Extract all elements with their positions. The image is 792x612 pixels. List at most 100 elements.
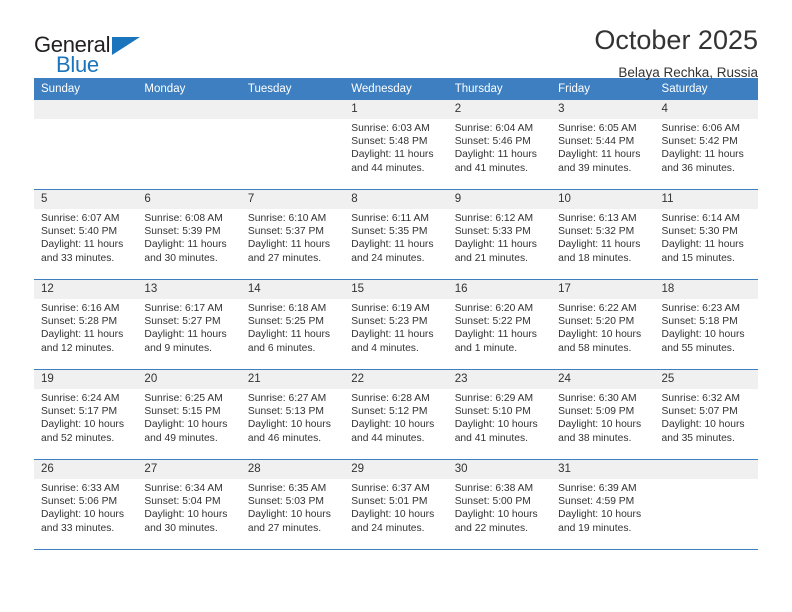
day-number-bar: 17 xyxy=(551,280,655,299)
calendar-day-cell[interactable]: 13 Sunrise: 6:17 AM Sunset: 5:27 PM Dayligh… xyxy=(137,280,241,370)
sunset-text: Sunset: 5:39 PM xyxy=(144,226,221,238)
sunset-text: Sunset: 4:59 PM xyxy=(558,496,635,508)
day-number-bar: 30 xyxy=(447,460,552,479)
weekday-header-monday: Monday xyxy=(137,78,241,100)
day-number: 20 xyxy=(144,373,158,385)
day-cell-inner: 31 Sunrise: 6:39 AM Sunset: 4:59 PM Dayligh… xyxy=(551,460,655,550)
day-cell-inner: 22 Sunrise: 6:28 AM Sunset: 5:12 PM Dayligh… xyxy=(344,370,448,460)
day-cell-inner: 7 Sunrise: 6:10 AM Sunset: 5:37 PM Daylight… xyxy=(240,190,345,280)
sunset-text: Sunset: 5:44 PM xyxy=(558,136,635,148)
calendar-day-cell[interactable]: 8 Sunrise: 6:11 AM Sunset: 5:35 PM Daylight… xyxy=(344,190,448,280)
day-cell-inner: 9 Sunrise: 6:12 AM Sunset: 5:33 PM Daylight… xyxy=(447,190,552,280)
sunrise-sunset-calendar: Sunday Monday Tuesday Wednesday Thursday Frid… xyxy=(34,78,758,550)
calendar-day-cell[interactable]: 21 Sunrise: 6:27 AM Sunset: 5:13 PM Dayligh… xyxy=(240,370,345,460)
daylight-text-cont: and 38 minutes. xyxy=(558,432,632,444)
daylight-text-cont: and 9 minutes. xyxy=(144,342,212,354)
day-number: 21 xyxy=(247,373,261,385)
day-number: 11 xyxy=(661,193,674,205)
day-number-bar: 13 xyxy=(137,280,241,299)
calendar-day-cell[interactable]: 15 Sunrise: 6:19 AM Sunset: 5:23 PM Dayligh… xyxy=(344,280,448,370)
calendar-day-cell[interactable]: 23 Sunrise: 6:29 AM Sunset: 5:10 PM Dayligh… xyxy=(447,370,552,460)
sunrise-text: Sunrise: 6:06 AM xyxy=(661,123,740,134)
sunrise-text: Sunrise: 6:10 AM xyxy=(247,213,327,224)
sunset-text: Sunset: 5:13 PM xyxy=(247,406,324,418)
day-cell-inner: 2 Sunrise: 6:04 AM Sunset: 5:46 PM Daylight… xyxy=(447,100,552,190)
sunrise-text: Sunrise: 6:18 AM xyxy=(247,303,327,314)
calendar-day-cell[interactable]: 24 Sunrise: 6:30 AM Sunset: 5:09 PM Dayligh… xyxy=(551,370,655,460)
calendar-day-cell[interactable]: 7 Sunrise: 6:10 AM Sunset: 5:37 PM Daylight… xyxy=(240,190,345,280)
day-number: 17 xyxy=(558,283,571,295)
day-cell-inner: 18 Sunrise: 6:23 AM Sunset: 5:18 PM Dayligh… xyxy=(654,280,758,370)
calendar-day-cell[interactable]: 26 Sunrise: 6:33 AM Sunset: 5:06 PM Dayligh… xyxy=(34,460,138,550)
calendar-day-cell[interactable]: 2 Sunrise: 6:04 AM Sunset: 5:46 PM Daylight… xyxy=(447,100,552,190)
daylight-text: Daylight: 11 hours xyxy=(454,239,537,251)
day-cell-inner: 13 Sunrise: 6:17 AM Sunset: 5:27 PM Dayligh… xyxy=(137,280,241,370)
calendar-day-cell[interactable]: 1 Sunrise: 6:03 AM Sunset: 5:48 PM Daylight… xyxy=(344,100,448,190)
calendar-day-cell[interactable]: 16 Sunrise: 6:20 AM Sunset: 5:22 PM Dayligh… xyxy=(447,280,552,370)
calendar-day-cell[interactable]: 3 Sunrise: 6:05 AM Sunset: 5:44 PM Daylight… xyxy=(551,100,655,190)
daylight-text-cont: and 41 minutes. xyxy=(454,432,528,444)
calendar-day-cell[interactable]: 11 Sunrise: 6:14 AM Sunset: 5:30 PM Dayligh… xyxy=(654,190,758,280)
day-detail: Sunrise: 6:27 AM Sunset: 5:13 PM Daylight:… xyxy=(248,389,338,445)
logo-triangle-icon xyxy=(112,37,140,55)
calendar-day-cell[interactable]: 22 Sunrise: 6:28 AM Sunset: 5:12 PM Dayligh… xyxy=(344,370,448,460)
calendar-day-cell[interactable]: 25 Sunrise: 6:32 AM Sunset: 5:07 PM Dayligh… xyxy=(654,370,758,460)
sunset-text: Sunset: 5:48 PM xyxy=(351,136,428,148)
day-cell-inner: 17 Sunrise: 6:22 AM Sunset: 5:20 PM Dayligh… xyxy=(551,280,655,370)
sunrise-text: Sunrise: 6:03 AM xyxy=(351,123,430,134)
sunrise-text: Sunrise: 6:05 AM xyxy=(558,123,637,134)
calendar-day-cell[interactable]: 18 Sunrise: 6:23 AM Sunset: 5:18 PM Dayligh… xyxy=(654,280,758,370)
calendar-day-cell[interactable]: 14 Sunrise: 6:18 AM Sunset: 5:25 PM Dayligh… xyxy=(240,280,345,370)
sunrise-text: Sunrise: 6:20 AM xyxy=(454,303,534,314)
day-detail: Sunrise: 6:39 AM Sunset: 4:59 PM Daylight:… xyxy=(558,479,648,535)
sunset-text: Sunset: 5:12 PM xyxy=(351,406,428,418)
daylight-text: Daylight: 11 hours xyxy=(454,329,537,341)
calendar-day-cell[interactable]: 9 Sunrise: 6:12 AM Sunset: 5:33 PM Daylight… xyxy=(447,190,552,280)
calendar-day-cell[interactable]: 17 Sunrise: 6:22 AM Sunset: 5:20 PM Dayligh… xyxy=(551,280,655,370)
day-detail: Sunrise: 6:28 AM Sunset: 5:12 PM Daylight:… xyxy=(351,389,441,445)
day-number xyxy=(662,463,752,476)
page-title: October 2025 xyxy=(594,25,758,55)
calendar-day-cell[interactable]: 12 Sunrise: 6:16 AM Sunset: 5:28 PM Dayligh… xyxy=(34,280,138,370)
location-subtitle: Belaya Rechka, Russia xyxy=(618,64,758,80)
daylight-text-cont: and 18 minutes. xyxy=(558,252,632,264)
calendar-day-cell[interactable]: 4 Sunrise: 6:06 AM Sunset: 5:42 PM Daylight… xyxy=(654,100,758,190)
day-cell-inner xyxy=(240,100,345,190)
calendar-day-cell[interactable]: 20 Sunrise: 6:25 AM Sunset: 5:15 PM Dayligh… xyxy=(137,370,241,460)
day-number-bar: 8 xyxy=(344,190,448,209)
daylight-text: Daylight: 10 hours xyxy=(41,509,124,521)
day-number-bar: 10 xyxy=(551,190,655,209)
calendar-day-cell[interactable]: 29 Sunrise: 6:37 AM Sunset: 5:01 PM Dayligh… xyxy=(344,460,448,550)
day-detail: Sunrise: 6:16 AM Sunset: 5:28 PM Daylight:… xyxy=(41,299,131,355)
day-number: 7 xyxy=(247,193,255,205)
day-number-bar xyxy=(240,100,345,119)
day-cell-inner: 29 Sunrise: 6:37 AM Sunset: 5:01 PM Dayligh… xyxy=(344,460,448,550)
day-number-bar xyxy=(34,100,138,119)
calendar-day-cell[interactable]: 27 Sunrise: 6:34 AM Sunset: 5:04 PM Dayligh… xyxy=(137,460,241,550)
day-detail: Sunrise: 6:06 AM Sunset: 5:42 PM Daylight:… xyxy=(662,119,752,175)
calendar-day-cell[interactable]: 19 Sunrise: 6:24 AM Sunset: 5:17 PM Dayligh… xyxy=(34,370,138,460)
day-number: 22 xyxy=(351,373,365,385)
sunset-text: Sunset: 5:23 PM xyxy=(351,316,428,328)
calendar-day-cell[interactable]: 31 Sunrise: 6:39 AM Sunset: 4:59 PM Dayligh… xyxy=(551,460,655,550)
daylight-text: Daylight: 10 hours xyxy=(558,419,642,431)
day-cell-inner xyxy=(34,100,138,190)
day-number xyxy=(41,103,131,116)
sunrise-text: Sunrise: 6:38 AM xyxy=(454,483,534,494)
day-cell-inner: 28 Sunrise: 6:35 AM Sunset: 5:03 PM Dayligh… xyxy=(240,460,345,550)
daylight-text: Daylight: 11 hours xyxy=(144,239,227,251)
daylight-text: Daylight: 11 hours xyxy=(351,239,434,251)
calendar-day-cell[interactable]: 5 Sunrise: 6:07 AM Sunset: 5:40 PM Daylight… xyxy=(34,190,138,280)
day-detail: Sunrise: 6:10 AM Sunset: 5:37 PM Daylight:… xyxy=(248,209,338,265)
calendar-day-cell[interactable]: 6 Sunrise: 6:08 AM Sunset: 5:39 PM Daylight… xyxy=(137,190,241,280)
sunset-text: Sunset: 5:20 PM xyxy=(558,316,635,328)
general-blue-logo[interactable]: General Blue xyxy=(34,26,154,76)
calendar-day-cell[interactable]: 30 Sunrise: 6:38 AM Sunset: 5:00 PM Dayligh… xyxy=(447,460,552,550)
daylight-text: Daylight: 11 hours xyxy=(247,329,331,341)
calendar-day-cell[interactable]: 10 Sunrise: 6:13 AM Sunset: 5:32 PM Dayligh… xyxy=(551,190,655,280)
day-detail: Sunrise: 6:35 AM Sunset: 5:03 PM Daylight:… xyxy=(248,479,338,535)
daylight-text-cont: and 36 minutes. xyxy=(661,162,735,174)
calendar-day-cell[interactable]: 28 Sunrise: 6:35 AM Sunset: 5:03 PM Dayligh… xyxy=(240,460,345,550)
sunrise-text: Sunrise: 6:39 AM xyxy=(558,483,637,494)
day-cell-inner xyxy=(137,100,241,190)
